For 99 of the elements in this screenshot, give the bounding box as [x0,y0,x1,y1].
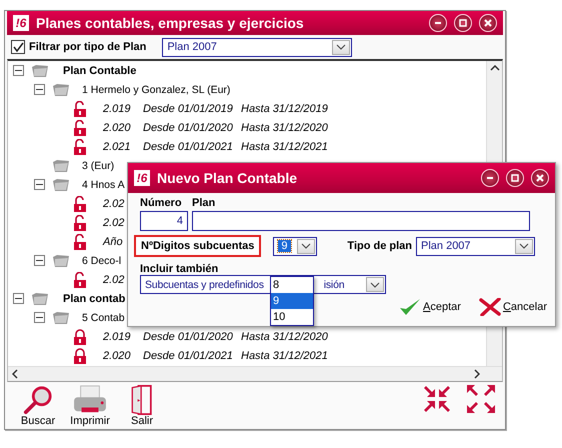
maximize-icon [459,19,467,27]
close-icon [536,174,544,182]
tree-cell-text: 2.019 [103,330,132,342]
scroll-up-icon [490,65,500,71]
close-icon [484,19,492,27]
folder-icon [52,254,70,268]
plan-label[interactable]: Plan contab [63,292,126,304]
minimize-icon [434,22,442,24]
magnifier-icon [22,385,54,415]
list-option[interactable]: 10 [271,309,313,325]
company-label[interactable]: 1 Hermelo y Gonzalez, SL (Eur) [82,84,230,96]
cancel-button[interactable]: Cancelar [476,298,549,316]
minus-icon [36,259,43,262]
tree-cell-text: Año [103,236,124,248]
filter-label: Filtrar por tipo de Plan [29,41,146,53]
filter-checkbox[interactable] [11,40,25,54]
minimize-icon [486,177,494,179]
plan-label[interactable]: Plan Contable [63,64,136,76]
collapse-toggle[interactable] [34,312,45,323]
chevron-down-icon [519,243,529,249]
collapse-toggle[interactable] [13,65,24,76]
plan-type-dropdown[interactable]: Plan 2007 [416,236,535,256]
tree-cell-text: 2.020 [103,350,132,362]
checkmark-icon [12,41,24,53]
tree-cell-text: Hasta 31/12/2021 [241,140,329,152]
cross-icon [478,298,501,316]
scroll-right-icon [474,369,480,379]
chevron-down-icon [301,243,312,249]
folder-icon [52,178,70,192]
dialog-title: Nuevo Plan Contable [157,170,298,186]
tree-cell-text: 2.019 [103,102,132,114]
folder-icon [31,292,49,306]
accept-button[interactable]: Aceptar [397,298,463,316]
company-label[interactable]: 4 Hnos A [82,178,125,190]
collapse-arrows-icon[interactable] [423,385,451,413]
horizontal-scrollbar[interactable] [8,366,502,381]
checkmark-icon [399,298,422,316]
minus-icon [36,316,43,319]
maximize-icon [511,174,519,182]
plan-type-dropdown[interactable]: Plan 2007 [162,38,352,56]
company-label[interactable]: 5 Contab [82,312,125,324]
plan-type-label: Tipo de plan [347,240,412,252]
collapse-toggle[interactable] [34,255,45,266]
maximize-button[interactable] [506,169,524,187]
scroll-left-icon [12,369,18,379]
tree-cell-text: Desde 01/01/2021 [143,350,234,362]
tree-cell-text: Desde 01/01/2019 [143,102,234,114]
close-button[interactable] [479,14,497,32]
window-title: Planes contables, empresas y ejercicios [36,15,305,31]
folder-icon [52,82,70,96]
plan-label: Plan [192,197,216,209]
minus-icon [15,69,22,72]
digits-label: NºDigitos subcuentas [134,235,262,257]
chevron-down-icon [336,44,346,50]
minimize-button[interactable] [429,14,447,32]
number-label: Número [140,197,183,209]
folder-icon [52,310,70,324]
plan-name-field[interactable] [192,211,530,231]
include-label: Incluir también [140,263,218,275]
printer-icon [73,385,107,415]
tree-cell-text: 2.02 [103,216,126,228]
collapse-toggle[interactable] [34,179,45,190]
tree-cell-text: Desde 01/01/2020 [143,122,234,134]
folder-icon [31,64,49,78]
dropdown-value: Subcuentas y predefinidos [145,278,264,290]
list-option[interactable]: 9 [271,293,313,309]
door-icon [130,385,154,415]
list-option[interactable]: 8 [271,277,313,293]
tree-cell-text: Hasta 31/12/2020 [241,330,329,342]
company-label[interactable]: 3 (Eur) [82,160,114,172]
app-logo: !6 [134,170,150,186]
app-logo: !6 [13,15,29,31]
tree-cell-text: 2.021 [103,140,132,152]
search-button[interactable]: Buscar [15,385,61,427]
collapse-toggle[interactable] [34,84,45,95]
minimize-button[interactable] [481,169,499,187]
minus-icon [36,88,43,91]
tree-cell-text: 2.020 [103,122,132,134]
tree-cell-text: Desde 01/01/2020 [143,330,234,342]
tree-cell-text: Hasta 31/12/2019 [241,102,329,114]
minus-icon [15,297,22,300]
close-button[interactable] [531,169,549,187]
tree-cell-text: Hasta 31/12/2021 [241,350,329,362]
expand-arrows-icon[interactable] [467,385,495,413]
chevron-down-icon [370,282,380,288]
tree-cell-text: Desde 01/01/2021 [143,140,234,152]
digits-dropdown[interactable]: 9 [273,236,318,256]
print-button[interactable]: Imprimir [67,385,113,427]
minus-icon [36,183,43,186]
exit-button[interactable]: Salir [119,385,165,427]
dropdown-value: isión [324,278,344,290]
folder-icon [52,158,70,172]
number-field[interactable]: 4 [140,211,188,231]
maximize-button[interactable] [454,14,472,32]
tree-cell-text: 2.02 [103,274,126,286]
collapse-toggle[interactable] [13,293,24,304]
company-label[interactable]: 6 Deco-l [82,254,122,266]
tree-cell-text: Hasta 31/12/2020 [241,122,329,134]
tree-cell-text: 2.02 [103,198,126,210]
